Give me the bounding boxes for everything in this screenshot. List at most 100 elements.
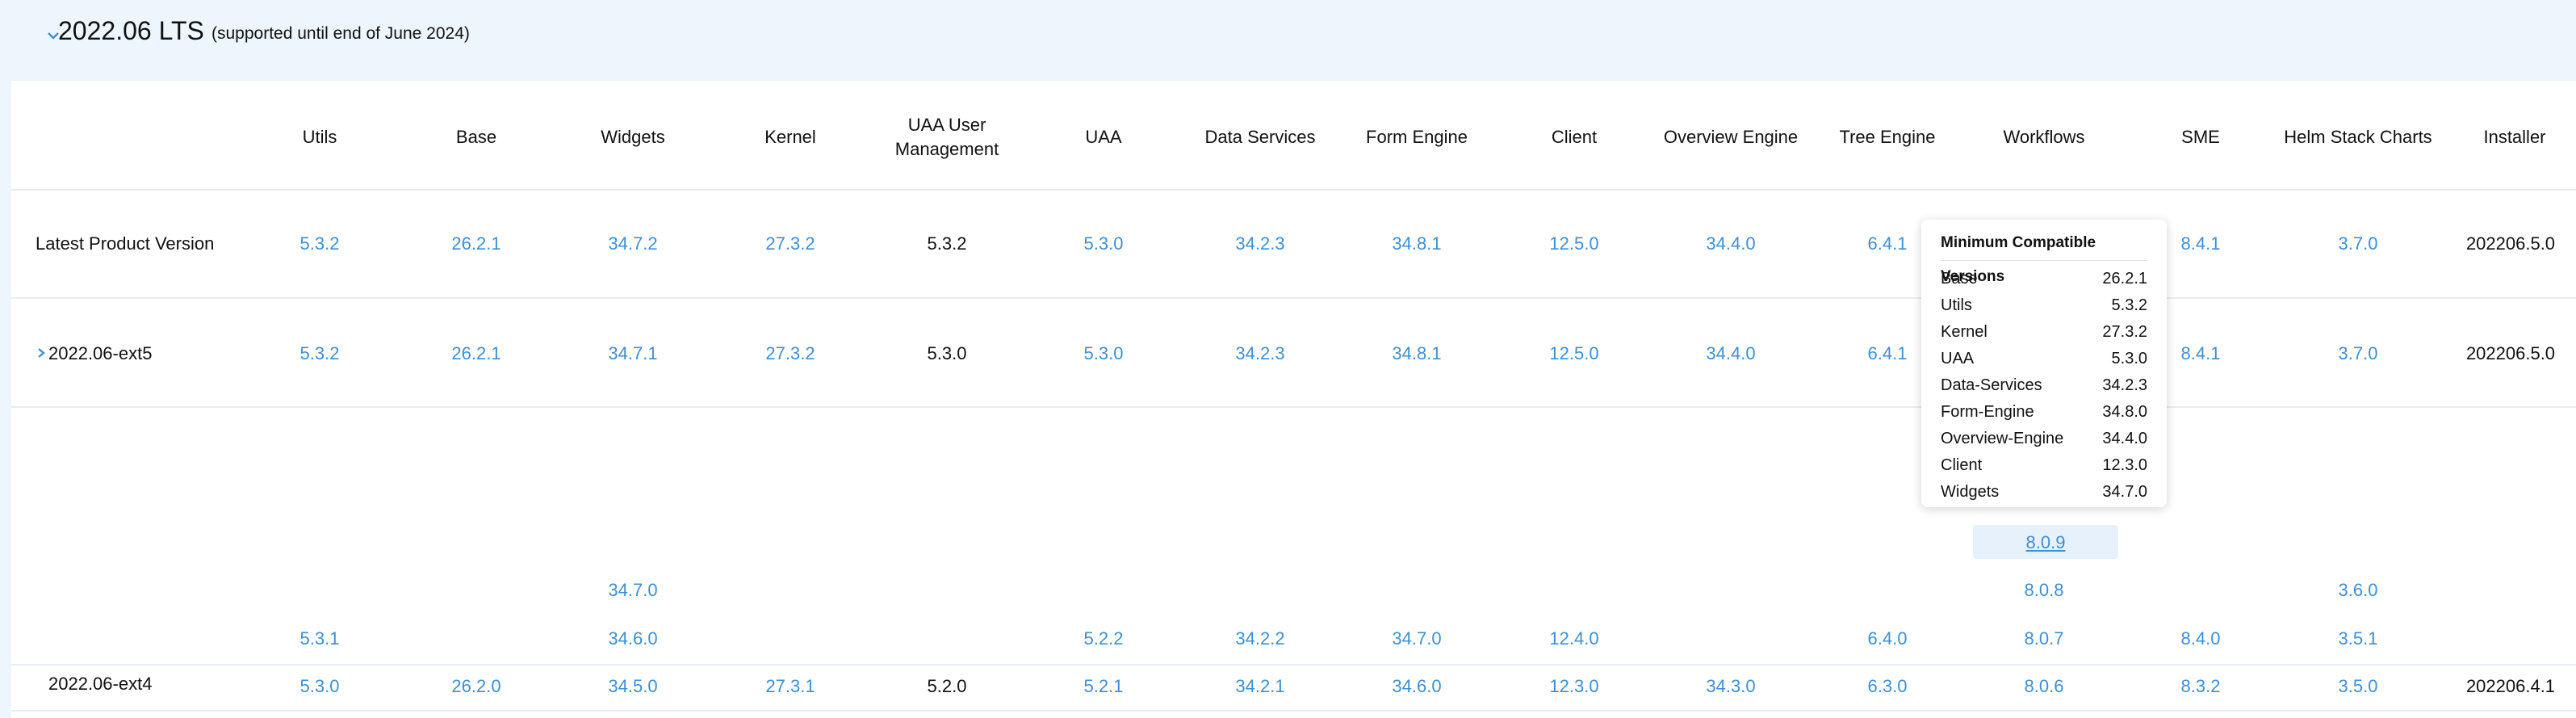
chevron-right-icon[interactable] <box>36 346 47 360</box>
version-link[interactable]: 27.3.2 <box>714 233 867 254</box>
version-link[interactable]: 34.4.0 <box>1654 343 1807 364</box>
version-link[interactable]: 3.6.0 <box>2281 580 2435 601</box>
version-link[interactable]: 34.6.0 <box>1340 676 1493 697</box>
version-value: 5.3.2 <box>927 233 967 254</box>
tooltip-component-version: 34.7.0 <box>2102 483 2147 501</box>
tooltip-component-version: 27.3.2 <box>2102 323 2147 341</box>
column-header-client: Client <box>1551 127 1598 147</box>
row-label-latest: Latest Product Version <box>36 233 215 254</box>
version-link[interactable]: 34.2.1 <box>1183 676 1337 697</box>
version-link[interactable]: 5.3.0 <box>243 676 396 697</box>
version-value: 5.3.0 <box>927 343 967 363</box>
version-link[interactable]: 5.3.0 <box>1027 343 1180 364</box>
version-link[interactable]: 12.3.0 <box>1497 676 1651 697</box>
column-header-uaa: UAA <box>1085 127 1122 147</box>
tooltip-component-version: 5.3.2 <box>2111 296 2147 314</box>
version-link[interactable]: 3.5.0 <box>2281 676 2435 697</box>
version-link[interactable]: 5.2.2 <box>1027 628 1180 649</box>
tooltip-row: Base 26.2.1 <box>1941 266 2147 292</box>
version-link[interactable]: 34.7.0 <box>556 580 710 601</box>
version-link[interactable]: 34.2.2 <box>1183 628 1337 649</box>
column-header-tree-engine: Tree Engine <box>1839 127 1936 147</box>
tooltip-component-version: 34.4.0 <box>2102 430 2147 447</box>
column-header-base: Base <box>455 127 497 147</box>
version-link[interactable]: 34.6.0 <box>556 628 710 649</box>
row-label-ext5[interactable]: 2022.06-ext5 <box>48 343 152 364</box>
version-link[interactable]: 3.7.0 <box>2281 343 2435 364</box>
version-link[interactable]: 34.2.3 <box>1183 233 1337 254</box>
column-header-helm-stack-charts: Helm Stack Charts <box>2284 127 2432 147</box>
tooltip-row: Overview-Engine 34.4.0 <box>1941 426 2147 452</box>
version-value: 202206.5.0 <box>2465 343 2556 363</box>
version-link[interactable]: 27.3.1 <box>714 676 867 697</box>
divider <box>11 710 2576 712</box>
version-link[interactable]: 3.5.1 <box>2281 628 2435 649</box>
version-link[interactable]: 5.3.2 <box>243 343 396 364</box>
version-link[interactable]: 26.2.1 <box>400 343 553 364</box>
column-header-installer: Installer <box>2483 127 2546 147</box>
version-link[interactable]: 34.7.1 <box>556 343 710 364</box>
tooltip-title: Minimum Compatible Versions <box>1941 226 2147 285</box>
tooltip-component-version: 34.2.3 <box>2102 376 2147 394</box>
version-link[interactable]: 34.7.2 <box>556 233 710 254</box>
version-link[interactable]: 5.3.2 <box>243 233 396 254</box>
version-link[interactable]: 5.3.0 <box>1027 233 1180 254</box>
tooltip-component-name: UAA <box>1941 350 1975 367</box>
tooltip-row: Form-Engine 34.8.0 <box>1941 399 2147 426</box>
version-link[interactable]: 12.4.0 <box>1497 628 1651 649</box>
version-link[interactable]: 34.2.3 <box>1183 343 1337 364</box>
tooltip-row: Widgets 34.7.0 <box>1941 479 2147 506</box>
version-link[interactable]: 6.3.0 <box>1811 676 1964 697</box>
row-label-ext4[interactable]: 2022.06-ext4 <box>48 674 152 695</box>
version-link[interactable]: 12.5.0 <box>1497 233 1651 254</box>
version-link[interactable]: 8.0.6 <box>1967 676 2121 697</box>
column-header-uaa-user-management: UAA User Management <box>894 115 999 159</box>
tooltip-component-version: 26.2.1 <box>2102 270 2147 288</box>
version-link[interactable]: 34.8.1 <box>1340 233 1493 254</box>
column-header-workflows: Workflows <box>2003 127 2085 147</box>
version-link[interactable]: 3.7.0 <box>2281 233 2435 254</box>
version-link[interactable]: 34.8.1 <box>1340 343 1493 364</box>
version-link[interactable]: 34.7.0 <box>1340 628 1493 649</box>
version-link[interactable]: 8.4.0 <box>2124 628 2277 649</box>
tooltip-component-version: 34.8.0 <box>2102 403 2147 421</box>
section-title: 2022.06 LTS <box>58 16 204 45</box>
version-link[interactable]: 8.0.7 <box>1967 628 2121 649</box>
tooltip-row: UAA 5.3.0 <box>1941 346 2147 372</box>
version-link[interactable]: 5.3.1 <box>243 628 396 649</box>
section-subtitle: (supported until end of June 2024) <box>212 24 470 43</box>
version-link-hovered[interactable]: 8.0.9 <box>1973 532 2118 553</box>
version-value: 202206.5.0 <box>2465 233 2556 254</box>
column-header-kernel: Kernel <box>764 127 816 147</box>
version-link[interactable]: 34.4.0 <box>1654 233 1807 254</box>
tooltip-row: Data-Services 34.2.3 <box>1941 372 2147 399</box>
tooltip-component-name: Kernel <box>1941 323 1987 341</box>
column-header-widgets: Widgets <box>601 127 665 147</box>
version-link[interactable]: 26.2.0 <box>400 676 553 697</box>
tooltip-component-version: 12.3.0 <box>2102 456 2147 474</box>
divider <box>11 189 2576 191</box>
column-header-overview-engine: Overview Engine <box>1663 127 1799 147</box>
version-link[interactable]: 6.4.0 <box>1811 628 1964 649</box>
tooltip-component-name: Data-Services <box>1941 376 2042 394</box>
tooltip-component-name: Overview-Engine <box>1941 430 2064 447</box>
version-link[interactable]: 26.2.1 <box>400 233 553 254</box>
divider <box>11 664 2576 666</box>
tooltip-component-name: Form-Engine <box>1941 403 2034 421</box>
tooltip-component-name: Utils <box>1941 296 1972 314</box>
version-value: 5.2.0 <box>927 676 967 696</box>
tooltip-list: Base 26.2.1 Utils 5.3.2 Kernel 27.3.2 UAA 5.3.0… <box>1941 266 2147 506</box>
version-link[interactable]: 34.3.0 <box>1654 676 1807 697</box>
column-header-form-engine: Form Engine <box>1366 127 1468 147</box>
version-link[interactable]: 5.2.1 <box>1027 676 1180 697</box>
column-header-utils: Utils <box>302 127 337 147</box>
version-link[interactable]: 34.5.0 <box>556 676 710 697</box>
tooltip-component-name: Base <box>1941 270 1978 288</box>
version-link[interactable]: 8.3.2 <box>2124 676 2277 697</box>
tooltip-row: Kernel 27.3.2 <box>1941 319 2147 346</box>
divider <box>11 406 2576 408</box>
version-link[interactable]: 12.5.0 <box>1497 343 1651 364</box>
version-link[interactable]: 27.3.2 <box>714 343 867 364</box>
version-link[interactable]: 8.0.8 <box>1967 580 2121 601</box>
tooltip-component-version: 5.3.0 <box>2111 350 2147 367</box>
